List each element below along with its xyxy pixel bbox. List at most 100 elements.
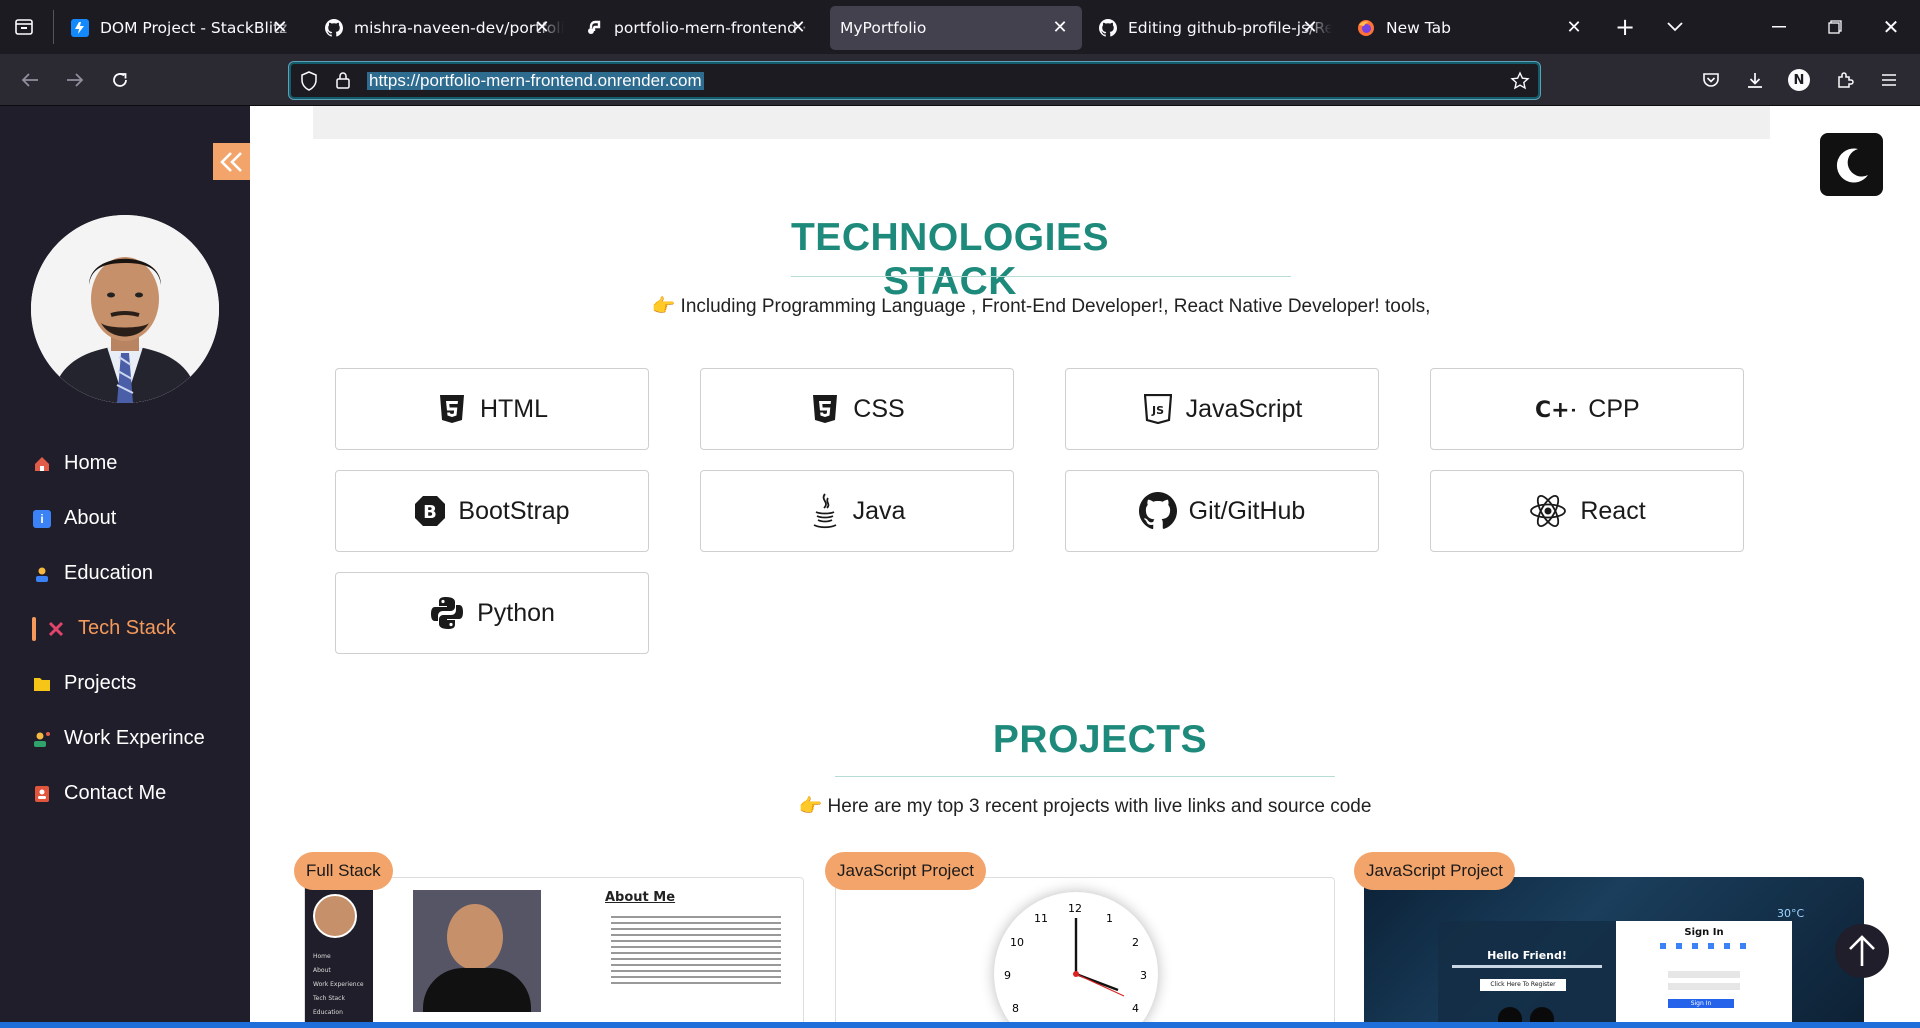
url-text[interactable]: https://portfolio-mern-frontend.onrender…: [367, 72, 704, 90]
title-underline: [835, 776, 1335, 777]
css3-icon: [809, 393, 841, 425]
sidebar-item-label: Contact Me: [64, 782, 167, 804]
download-icon[interactable]: [1741, 66, 1769, 94]
new-tab-button[interactable]: +: [1612, 13, 1638, 41]
project-card-clock[interactable]: 12 1 2 3 4 5 6 7 8 9 10 11: [835, 877, 1335, 1022]
java-icon: [809, 493, 841, 529]
lock-icon[interactable]: [335, 71, 355, 91]
preview-signin-title: Sign In: [1684, 927, 1724, 938]
sidebar-item-tech-stack[interactable]: Tech Stack: [0, 601, 250, 656]
tech-label: Java: [852, 496, 906, 525]
minimize-icon[interactable]: [1766, 14, 1792, 40]
tab-render[interactable]: portfolio-mern-frontend · ✕: [572, 6, 820, 50]
sidebar-item-work-experience[interactable]: Work Experince: [0, 711, 250, 766]
cpp-icon: C++: [1534, 393, 1576, 425]
tab-github-portfolio[interactable]: mishra-naveen-dev/portfolio ✕: [312, 6, 564, 50]
svg-text:JS: JS: [1151, 404, 1164, 417]
preview-nav-item: Work Experience: [313, 981, 364, 988]
tech-stack-title: TECHNOLOGIES STACK: [790, 216, 1110, 303]
close-tab-icon[interactable]: ✕: [532, 18, 552, 38]
tech-card-bootstrap: B BootStrap: [335, 470, 649, 552]
contact-icon: [33, 785, 51, 803]
moon-icon: [1836, 147, 1868, 182]
preview-nav-item: Home: [313, 953, 331, 960]
folder-icon: [33, 675, 51, 693]
tech-card-cpp: C++ CPP: [1430, 368, 1744, 450]
restore-icon[interactable]: [1822, 14, 1848, 40]
extensions-icon[interactable]: [1831, 66, 1859, 94]
profile-avatar: [31, 215, 219, 403]
project-card-full-stack[interactable]: Home About Work Experience Tech Stack Ed…: [304, 877, 804, 1022]
sidebar-item-label: Work Experince: [64, 727, 205, 749]
svg-text:B: B: [424, 502, 438, 523]
menu-icon[interactable]: [1875, 66, 1903, 94]
collapse-sidebar-button[interactable]: [213, 143, 250, 180]
svg-text:C++: C++: [1535, 398, 1575, 422]
clock-hands: [1073, 918, 1125, 997]
stackblitz-icon: [70, 18, 90, 38]
scroll-to-top-button[interactable]: [1835, 924, 1889, 978]
close-tab-icon[interactable]: ✕: [270, 18, 290, 38]
sidebar-item-label: Tech Stack: [78, 617, 176, 639]
back-icon[interactable]: [16, 66, 44, 94]
close-tab-icon[interactable]: ✕: [1300, 18, 1320, 38]
tech-label: JavaScript: [1185, 394, 1303, 423]
double-chevron-left-icon: [219, 151, 242, 172]
preview-nav-item: Education: [313, 1009, 343, 1016]
github-icon: [324, 18, 344, 38]
tech-card-react: React: [1430, 470, 1744, 552]
forward-icon[interactable]: [61, 66, 89, 94]
pocket-icon[interactable]: [1697, 66, 1725, 94]
projects-title: PROJECTS: [992, 718, 1208, 761]
js-icon: JS: [1142, 393, 1174, 425]
sidebar-item-about[interactable]: i About: [0, 491, 250, 546]
sidebar-item-projects[interactable]: Projects: [0, 656, 250, 711]
tab-new[interactable]: New Tab ✕: [1344, 6, 1596, 50]
arrow-up-icon: [1849, 935, 1875, 966]
project-category-badge: JavaScript Project: [825, 852, 986, 890]
preview-heading: About Me: [605, 890, 676, 905]
tech-label: React: [1580, 496, 1646, 525]
worker-icon: [33, 730, 51, 748]
project-preview-image: 30°C Hello Friend! Click Here To Registe…: [1364, 877, 1864, 1022]
sidebar-item-education[interactable]: Education: [0, 546, 250, 601]
tech-label: HTML: [479, 394, 549, 423]
preview-nav-item: Tech Stack: [313, 995, 345, 1002]
tab-strip: DOM Project - StackBlitz ✕ mishra-naveen…: [0, 0, 1920, 54]
tech-card-css: CSS: [700, 368, 1014, 450]
bootstrap-icon: B: [414, 495, 446, 527]
projects-subtitle: 👉 Here are my top 3 recent projects with…: [798, 796, 1372, 817]
sidebar-item-contact-me[interactable]: Contact Me: [0, 766, 250, 821]
close-window-icon[interactable]: ✕: [1878, 14, 1904, 40]
preview-greeting: Hello Friend!: [1487, 949, 1567, 962]
list-tabs-icon[interactable]: [1662, 14, 1688, 40]
preview-nav-item: About: [313, 967, 331, 974]
project-preview-image: Home About Work Experience Tech Stack Ed…: [305, 878, 803, 1022]
tab-stackblitz[interactable]: DOM Project - StackBlitz ✕: [58, 6, 302, 50]
previous-section-footer: [313, 106, 1770, 139]
sidebar-item-home[interactable]: Home: [0, 436, 250, 491]
bookmark-star-icon[interactable]: [1510, 71, 1530, 91]
tab-overview-icon[interactable]: [12, 15, 36, 39]
info-icon: i: [33, 509, 51, 528]
dark-mode-toggle[interactable]: [1820, 133, 1883, 196]
tab-myportfolio[interactable]: MyPortfolio ✕: [830, 6, 1082, 50]
tools-icon: [47, 620, 65, 638]
sidebar-item-label: Education: [64, 562, 153, 584]
close-tab-icon[interactable]: ✕: [788, 18, 808, 38]
close-tab-icon[interactable]: ✕: [1050, 18, 1070, 38]
close-tab-icon[interactable]: ✕: [1564, 18, 1584, 38]
title-underline: [791, 276, 1291, 277]
sidebar-item-label: Projects: [64, 672, 137, 694]
project-card-auth[interactable]: 30°C Hello Friend! Click Here To Registe…: [1364, 877, 1864, 1022]
reload-icon[interactable]: [106, 66, 134, 94]
tab-github-editing[interactable]: Editing github-profile-js/Re ✕: [1086, 6, 1332, 50]
sidebar: Home i About Education Tech Stack Projec…: [0, 106, 250, 1028]
account-avatar[interactable]: N: [1788, 69, 1810, 91]
tracking-shield-icon[interactable]: [300, 71, 320, 91]
preview-signin-button: Sign In: [1668, 999, 1734, 1008]
html5-icon: [436, 393, 468, 425]
github-icon: [1138, 492, 1177, 530]
tech-label: Git/GitHub: [1188, 496, 1306, 525]
url-bar[interactable]: https://portfolio-mern-frontend.onrender…: [288, 61, 1541, 100]
